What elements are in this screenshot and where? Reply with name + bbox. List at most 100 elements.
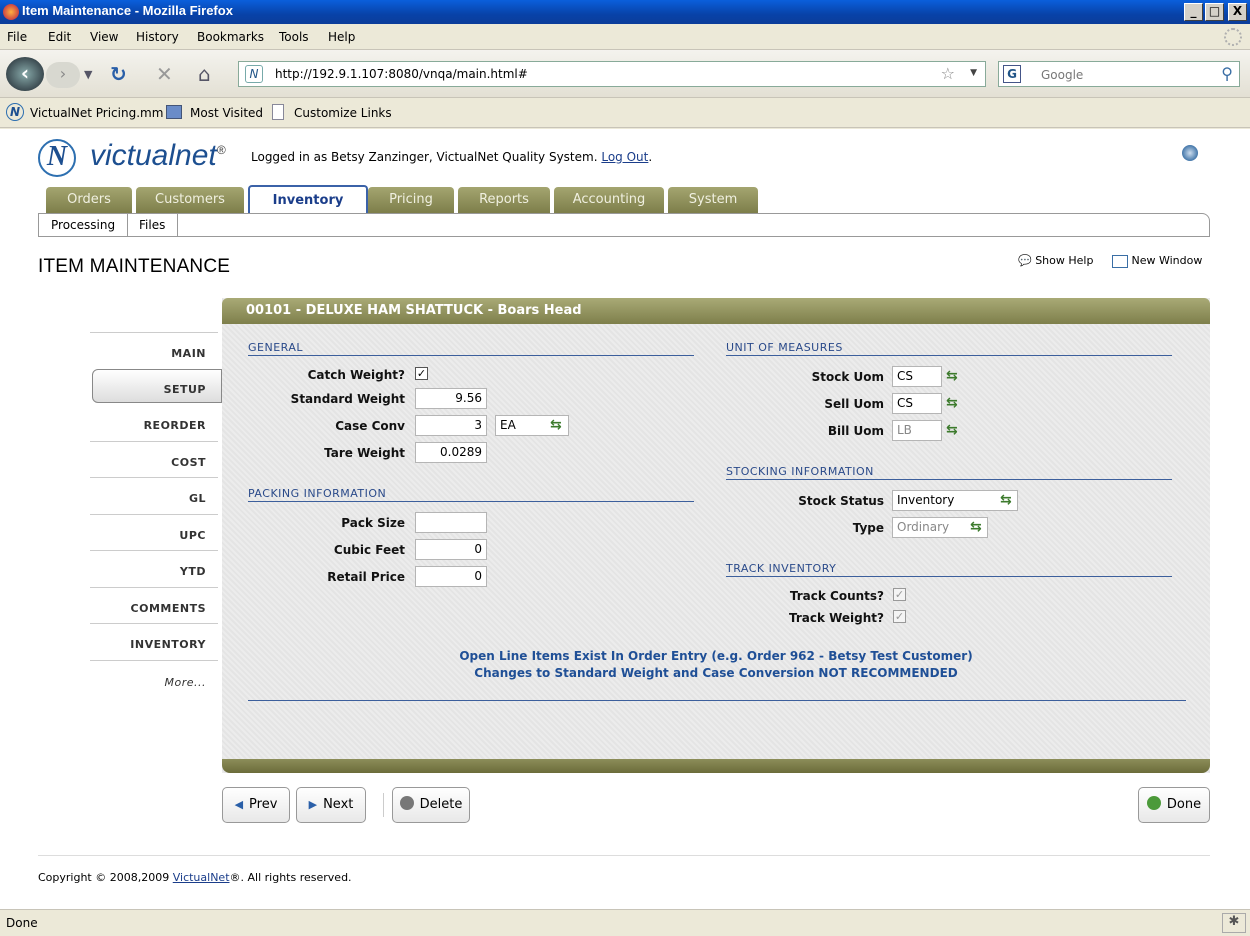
victualnet-link[interactable]: VictualNet xyxy=(173,871,230,884)
nav-reorder[interactable]: REORDER xyxy=(144,419,206,432)
forward-button[interactable]: › xyxy=(46,62,80,88)
next-button[interactable]: ▶ Next xyxy=(296,787,366,823)
bookmark-victualnet-pricing[interactable]: VictualNet Pricing.mm xyxy=(30,106,163,120)
menu-tools[interactable]: Tools xyxy=(279,30,309,44)
done-button[interactable]: Done xyxy=(1138,787,1210,823)
nav-setup[interactable]: SETUP xyxy=(164,383,206,396)
track-counts-checkbox[interactable]: ✓ xyxy=(893,588,906,601)
sell-uom-select[interactable]: CS xyxy=(892,393,942,414)
help-icon[interactable] xyxy=(1182,145,1198,161)
nav-ytd[interactable]: YTD xyxy=(180,565,206,578)
panel-footer xyxy=(222,759,1210,773)
menu-history[interactable]: History xyxy=(136,30,179,44)
logout-link[interactable]: Log Out xyxy=(601,150,648,164)
google-engine-icon[interactable]: G xyxy=(1003,65,1021,83)
nav-cost[interactable]: COST xyxy=(171,456,206,469)
cubic-feet-input[interactable]: 0 xyxy=(415,539,487,560)
menu-file[interactable]: File xyxy=(7,30,27,44)
track-weight-checkbox[interactable]: ✓ xyxy=(893,610,906,623)
section-underline xyxy=(726,479,1172,480)
new-window-action[interactable]: New Window xyxy=(1112,254,1202,268)
nav-upc[interactable]: UPC xyxy=(179,529,206,542)
catch-weight-checkbox[interactable]: ✓ xyxy=(415,367,428,380)
general-section-title: GENERAL xyxy=(248,341,304,354)
victualnet-bookmark-icon: N xyxy=(6,103,24,121)
stock-status-label: Stock Status xyxy=(798,494,884,508)
bookmark-star-icon[interactable]: ☆ xyxy=(941,64,955,83)
nav-divider xyxy=(90,660,218,661)
menu-help[interactable]: Help xyxy=(328,30,355,44)
lookup-arrows-icon[interactable]: ⇆ xyxy=(946,422,964,438)
close-window-button[interactable]: X xyxy=(1228,3,1247,21)
url-dropdown-icon[interactable]: ▼ xyxy=(970,68,977,78)
nav-gl[interactable]: GL xyxy=(189,492,206,505)
retail-price-input[interactable]: 0 xyxy=(415,566,487,587)
nav-divider xyxy=(90,587,218,588)
lookup-arrows-icon[interactable]: ⇆ xyxy=(970,519,988,535)
tare-weight-input[interactable]: 0.0289 xyxy=(415,442,487,463)
nav-more[interactable]: More... xyxy=(164,676,206,689)
stock-uom-select[interactable]: CS xyxy=(892,366,942,387)
footer-divider xyxy=(38,855,1210,856)
button-separator xyxy=(383,793,384,817)
section-underline xyxy=(726,576,1172,577)
page-icon xyxy=(272,104,284,120)
search-icon[interactable]: ⚲ xyxy=(1221,64,1233,83)
delete-button[interactable]: Delete xyxy=(392,787,470,823)
reload-icon[interactable]: ↻ xyxy=(110,62,127,86)
search-box[interactable]: G Google ⚲ xyxy=(998,61,1240,87)
cubic-feet-label: Cubic Feet xyxy=(333,543,405,557)
stop-icon[interactable]: ✕ xyxy=(156,62,173,86)
stock-uom-label: Stock Uom xyxy=(811,370,884,384)
tab-system[interactable]: System xyxy=(668,187,758,213)
tab-orders[interactable]: Orders xyxy=(46,187,132,213)
home-icon[interactable]: ⌂ xyxy=(198,62,211,86)
menu-bookmarks[interactable]: Bookmarks xyxy=(197,30,264,44)
bookmark-customize-links[interactable]: Customize Links xyxy=(294,106,392,120)
lookup-arrows-icon[interactable]: ⇆ xyxy=(946,395,964,411)
section-underline xyxy=(248,501,694,502)
tab-customers[interactable]: Customers xyxy=(136,187,244,213)
bill-uom-select[interactable]: LB xyxy=(892,420,942,441)
new-window-icon xyxy=(1112,254,1128,268)
section-underline xyxy=(248,355,694,356)
copyright-prefix: Copyright © 2008,2009 xyxy=(38,871,170,884)
lookup-arrows-icon[interactable]: ⇆ xyxy=(1000,492,1018,508)
logged-in-text: Logged in as Betsy Zanzinger, VictualNet… xyxy=(251,150,598,164)
done-check-icon xyxy=(1146,796,1161,810)
logout-suffix: . xyxy=(648,150,653,164)
nav-main[interactable]: MAIN xyxy=(171,347,206,360)
menu-edit[interactable]: Edit xyxy=(48,30,71,44)
nav-comments[interactable]: COMMENTS xyxy=(131,602,206,615)
tab-accounting[interactable]: Accounting xyxy=(554,187,664,213)
bill-uom-label: Bill Uom xyxy=(827,424,884,438)
address-bar[interactable]: N http://192.9.1.107:8080/vnqa/main.html… xyxy=(238,61,986,87)
nav-inventory[interactable]: INVENTORY xyxy=(130,638,206,651)
change-not-recommended-warning: Changes to Standard Weight and Case Conv… xyxy=(474,666,958,680)
subnav-processing[interactable]: Processing xyxy=(51,218,115,232)
subnav-files[interactable]: Files xyxy=(139,218,165,232)
brand-name: victualnet® xyxy=(90,139,226,173)
pack-size-input[interactable] xyxy=(415,512,487,533)
tab-inventory[interactable]: Inventory xyxy=(248,185,368,215)
retail-price-label: Retail Price xyxy=(327,570,405,584)
minimize-button[interactable]: _ xyxy=(1184,3,1203,21)
tab-reports[interactable]: Reports xyxy=(458,187,550,213)
menu-view[interactable]: View xyxy=(90,30,118,44)
tab-pricing[interactable]: Pricing xyxy=(368,187,454,213)
lookup-arrows-icon[interactable]: ⇆ xyxy=(946,368,964,384)
resize-grip-icon[interactable]: ✱ xyxy=(1222,913,1246,933)
prev-button[interactable]: ◀ Prev xyxy=(222,787,290,823)
standard-weight-input[interactable]: 9.56 xyxy=(415,388,487,409)
history-dropdown-icon[interactable]: ▼ xyxy=(84,68,92,81)
back-button[interactable]: ‹ xyxy=(6,57,44,91)
menu-bar: File Edit View History Bookmarks Tools H… xyxy=(0,24,1250,50)
prev-label: Prev xyxy=(249,797,278,812)
lookup-arrows-icon[interactable]: ⇆ xyxy=(550,417,568,433)
case-conv-input[interactable]: 3 xyxy=(415,415,487,436)
maximize-button[interactable]: □ xyxy=(1205,3,1224,21)
show-help-label: Show Help xyxy=(1035,254,1094,267)
search-placeholder: Google xyxy=(1041,68,1084,82)
bookmark-most-visited[interactable]: Most Visited xyxy=(190,106,263,120)
show-help-action[interactable]: 💬 Show Help xyxy=(1018,254,1093,267)
